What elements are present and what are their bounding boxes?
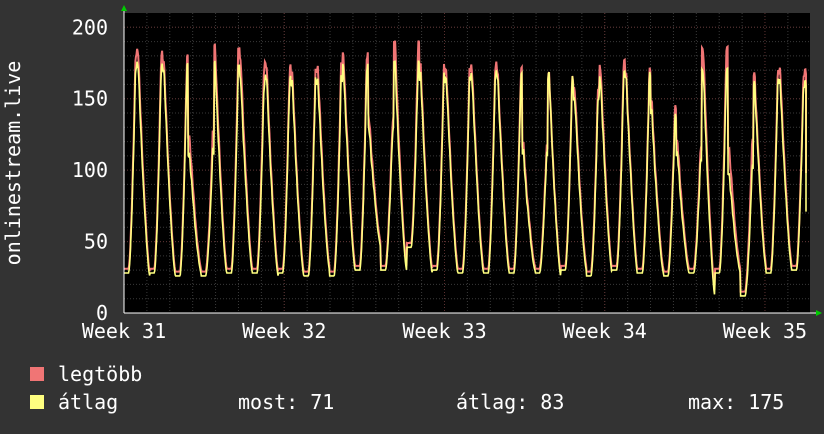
y-axis-arrow	[121, 5, 127, 11]
legend-item-max: legtöbb	[30, 362, 142, 386]
legend-label-max: legtöbb	[58, 362, 143, 386]
x-axis-arrow	[816, 310, 822, 316]
legend-swatch-max	[30, 367, 44, 381]
x-tick-label: Week 33	[402, 319, 486, 343]
legend-label-avg: átlag	[58, 390, 119, 414]
legend-item-avg: átlag	[30, 390, 118, 414]
x-tick-label: Week 31	[82, 319, 166, 343]
x-tick-label: Week 34	[563, 319, 647, 343]
x-tick-label: Week 32	[242, 319, 326, 343]
legend-swatch-avg	[30, 395, 44, 409]
y-tick-label: 150	[72, 87, 108, 111]
y-tick-label: 50	[84, 230, 108, 254]
x-tick-label: Week 35	[723, 319, 807, 343]
y-axis-label: onlinestream.live	[1, 61, 25, 266]
stat-avg: átlag: 83	[456, 390, 565, 414]
y-tick-label: 200	[72, 15, 108, 39]
y-tick-label: 100	[72, 158, 108, 182]
stat-now: most: 71	[238, 390, 335, 414]
stat-max: max: 175	[688, 390, 785, 414]
